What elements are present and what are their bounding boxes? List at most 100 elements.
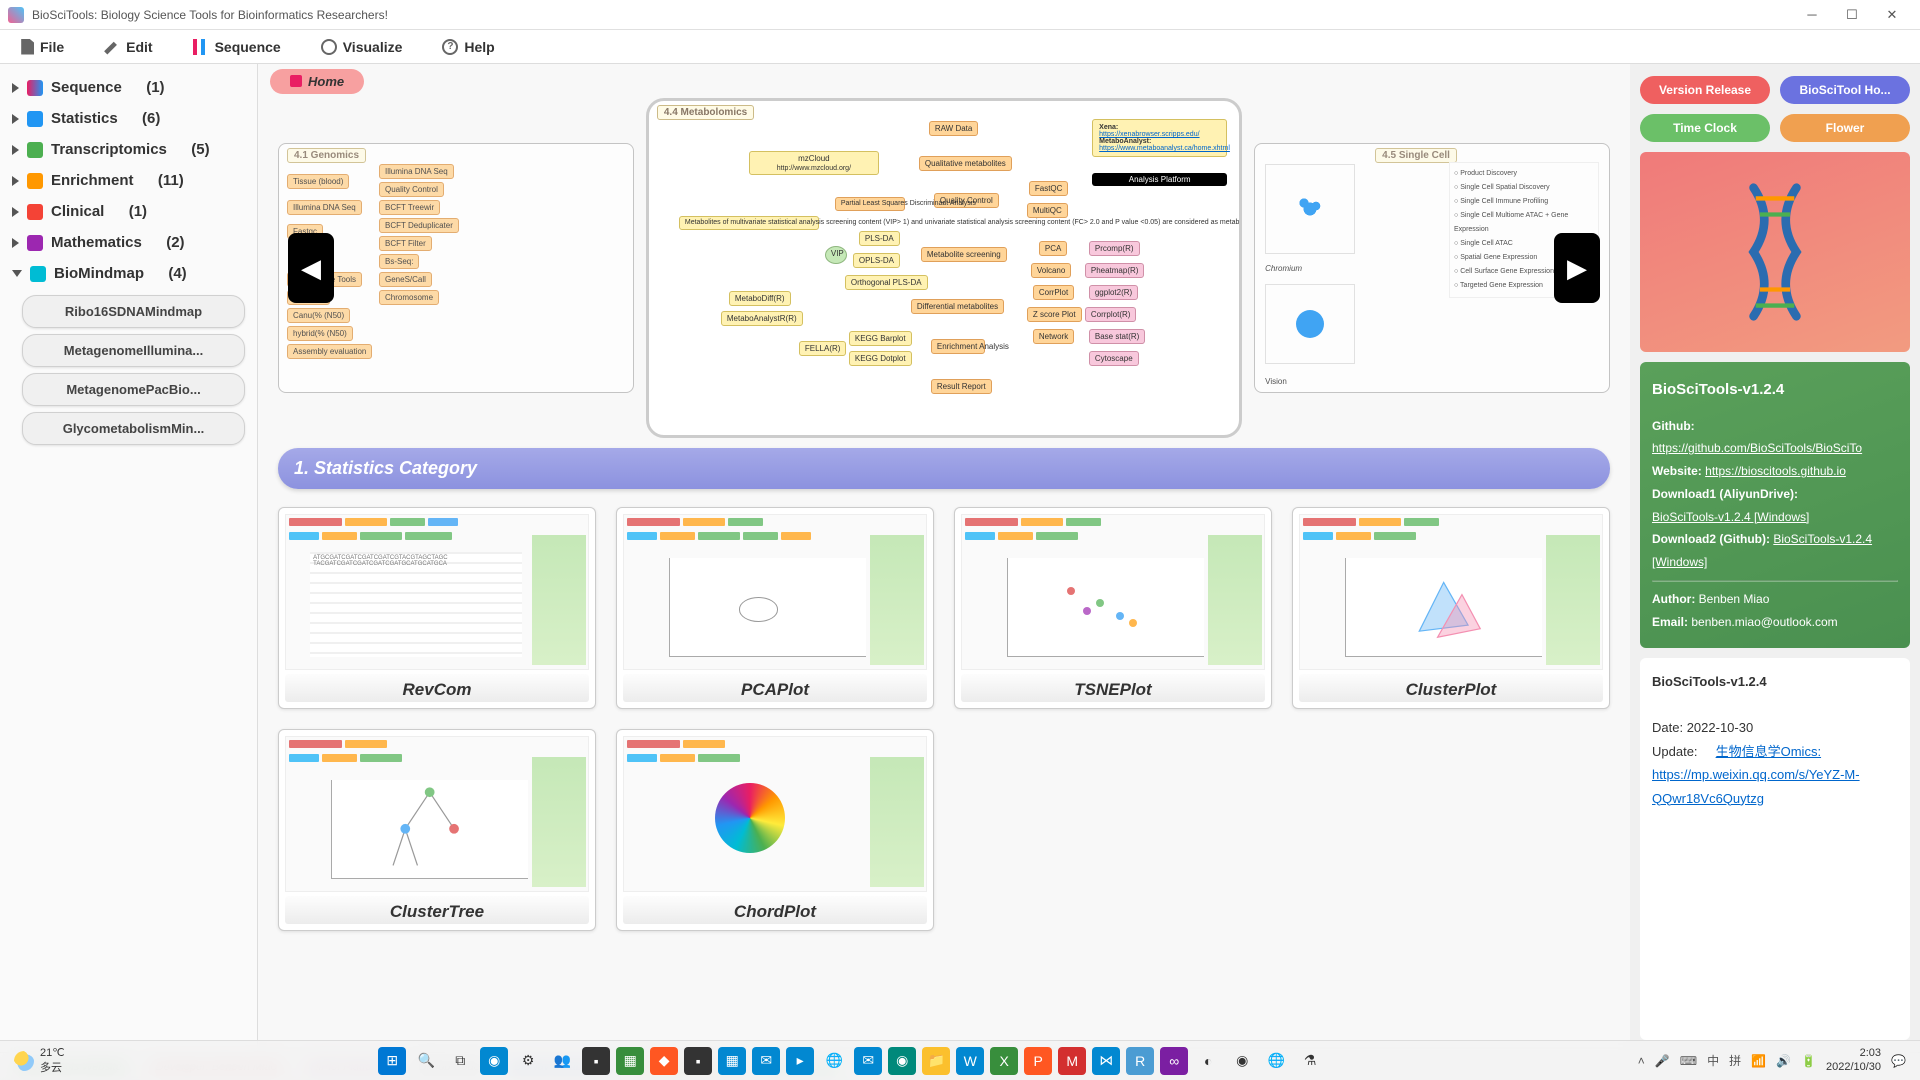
- download1-link[interactable]: BioSciTools-v1.2.4 [Windows]: [1652, 510, 1809, 524]
- logo-card: [1640, 152, 1910, 352]
- cat-clinical[interactable]: Clinical (1): [6, 196, 251, 227]
- transcriptomics-cat-icon: [27, 142, 43, 158]
- thumb-pcaplot: [623, 514, 927, 670]
- mm-node: Assembly evaluation: [287, 344, 372, 359]
- github-link[interactable]: https://github.com/BioSciTools/BioSciTo: [1652, 441, 1862, 455]
- minimize-button[interactable]: ─: [1792, 1, 1832, 29]
- mm-node: BCFT Treewir: [379, 200, 440, 215]
- close-button[interactable]: ✕: [1872, 1, 1912, 29]
- cat-transcriptomics[interactable]: Transcriptomics (5): [6, 134, 251, 165]
- card-clusterplot[interactable]: ClusterPlot: [1292, 507, 1610, 709]
- excel-icon[interactable]: X: [990, 1047, 1018, 1075]
- subitems: Ribo16SDNAMindmap MetagenomeIllumina... …: [16, 295, 251, 445]
- taskbar: 21℃多云 ⊞ 🔍 ⧉ ◉ ⚙ 👥 ▪ ▦ ◆ ▪ ▦ ✉ ▸ 🌐 ✉ ◉ 📁 …: [0, 1040, 1920, 1080]
- mic-icon[interactable]: 🎤: [1655, 1054, 1670, 1068]
- slide-center[interactable]: 4.4 Metabolomics Xena: https://xenabrows…: [646, 98, 1242, 438]
- content-scroll[interactable]: ◀ ▶ 4.1 Genomics Tissue (blood) Illumina…: [258, 98, 1630, 1052]
- btn-row-2: Time Clock Flower: [1640, 114, 1910, 142]
- sub-metapac[interactable]: MetagenomePacBio...: [22, 373, 245, 406]
- app-icon-3[interactable]: ◆: [650, 1047, 678, 1075]
- battery-icon[interactable]: 🔋: [1801, 1054, 1816, 1068]
- carousel-next[interactable]: ▶: [1554, 233, 1600, 303]
- teams-icon[interactable]: 👥: [548, 1047, 576, 1075]
- mail-icon[interactable]: ✉: [752, 1047, 780, 1075]
- notification-icon[interactable]: 💬: [1891, 1054, 1906, 1068]
- btn-home[interactable]: BioSciTool Ho...: [1780, 76, 1910, 104]
- cat-statistics[interactable]: Statistics (6): [6, 103, 251, 134]
- carousel-prev[interactable]: ◀: [288, 233, 334, 303]
- cat-mathematics[interactable]: Mathematics (2): [6, 227, 251, 258]
- card-clustertree[interactable]: ClusterTree: [278, 729, 596, 931]
- r-icon[interactable]: R: [1126, 1047, 1154, 1075]
- btn-clock[interactable]: Time Clock: [1640, 114, 1770, 142]
- card-caption: ChordPlot: [623, 896, 927, 924]
- explorer-icon[interactable]: 📁: [922, 1047, 950, 1075]
- wifi-icon[interactable]: 📶: [1751, 1054, 1766, 1068]
- cat-sequence[interactable]: Sequence (1): [6, 72, 251, 103]
- node-mzcloud: mzCloudhttp://www.mzcloud.org/: [749, 151, 879, 175]
- tab-home[interactable]: Home: [270, 69, 364, 94]
- terminal-icon[interactable]: ▪: [582, 1047, 610, 1075]
- outlook-icon[interactable]: ✉: [854, 1047, 882, 1075]
- app-icon-2[interactable]: ▦: [616, 1047, 644, 1075]
- search-button[interactable]: 🔍: [412, 1047, 440, 1075]
- keyboard-icon[interactable]: ⌨: [1680, 1054, 1697, 1068]
- sub-metaill[interactable]: MetagenomeIllumina...: [22, 334, 245, 367]
- app-icon-1[interactable]: ◉: [480, 1047, 508, 1075]
- edge-icon[interactable]: 🌐: [820, 1047, 848, 1075]
- taskbar-weather[interactable]: 21℃多云: [0, 1046, 79, 1075]
- website-link[interactable]: https://bioscitools.github.io: [1705, 464, 1846, 478]
- taskview-icon[interactable]: ⧉: [446, 1047, 474, 1075]
- word-icon[interactable]: W: [956, 1047, 984, 1075]
- node-corrplot2: Corrplot(R): [1085, 307, 1137, 322]
- btn-flower[interactable]: Flower: [1780, 114, 1910, 142]
- app-icon-4[interactable]: ▪: [684, 1047, 712, 1075]
- app-icon-6[interactable]: ▸: [786, 1047, 814, 1075]
- update-link1[interactable]: 生物信息学Omics:: [1716, 744, 1821, 759]
- app-icon-10[interactable]: ◉: [1228, 1047, 1256, 1075]
- menu-file[interactable]: File: [18, 39, 64, 55]
- mm-node: Illumina DNA Seq: [379, 164, 454, 179]
- node-enrich: Enrichment Analysis: [931, 339, 985, 354]
- menu-edit[interactable]: Edit: [104, 39, 152, 55]
- app-icon-12[interactable]: ⚗: [1296, 1047, 1324, 1075]
- main-layout: Sequence (1) Statistics (6) Transcriptom…: [0, 64, 1920, 1052]
- taskbar-tray: ˄ 🎤 ⌨ 中 拼 📶 🔊 🔋 2:03 2022/10/30 💬: [1624, 1047, 1920, 1073]
- ppt-icon[interactable]: P: [1024, 1047, 1052, 1075]
- node-ggplot: ggplot2(R): [1089, 285, 1138, 300]
- sequence-cat-icon: [27, 80, 43, 96]
- vscode-icon[interactable]: ⋈: [1092, 1047, 1120, 1075]
- btn-version[interactable]: Version Release: [1640, 76, 1770, 104]
- settings-icon[interactable]: ⚙: [514, 1047, 542, 1075]
- node-keggbar: KEGG Barplot: [849, 331, 912, 346]
- node-screen-text: Metabolites of multivariate statistical …: [679, 216, 819, 230]
- menu-sequence[interactable]: Sequence: [193, 39, 281, 55]
- taskbar-clock[interactable]: 2:03 2022/10/30: [1826, 1047, 1881, 1073]
- chevron-up-icon[interactable]: ˄: [1638, 1054, 1645, 1068]
- cat-enrichment[interactable]: Enrichment (11): [6, 165, 251, 196]
- vs-icon[interactable]: ∞: [1160, 1047, 1188, 1075]
- card-revcom[interactable]: ATGCGATCGATCGATCGATCGTACGTAGCTAGCTACGATC…: [278, 507, 596, 709]
- menu-help[interactable]: ?Help: [442, 39, 494, 55]
- card-pcaplot[interactable]: PCAPlot: [616, 507, 934, 709]
- sub-glyco[interactable]: GlycometabolismMin...: [22, 412, 245, 445]
- window-title: BioSciTools: Biology Science Tools for B…: [32, 8, 1792, 22]
- update-link2[interactable]: https://mp.weixin.qq.com/s/YeYZ-M-QQwr18…: [1652, 767, 1860, 805]
- app-icon-8[interactable]: M: [1058, 1047, 1086, 1075]
- btn-row-1: Version Release BioSciTool Ho...: [1640, 76, 1910, 104]
- app-icon-9[interactable]: ◐: [1194, 1047, 1222, 1075]
- ime-cn[interactable]: 中: [1707, 1052, 1719, 1069]
- maximize-button[interactable]: ☐: [1832, 1, 1872, 29]
- sc-img1: [1265, 164, 1355, 254]
- menu-visualize[interactable]: Visualize: [321, 39, 403, 55]
- cat-biomindmap[interactable]: BioMindmap (4): [6, 258, 251, 289]
- volume-icon[interactable]: 🔊: [1776, 1054, 1791, 1068]
- app-icon-5[interactable]: ▦: [718, 1047, 746, 1075]
- app-icon-7[interactable]: ◉: [888, 1047, 916, 1075]
- app-icon-11[interactable]: 🌐: [1262, 1047, 1290, 1075]
- sub-ribo[interactable]: Ribo16SDNAMindmap: [22, 295, 245, 328]
- ime-pin[interactable]: 拼: [1729, 1052, 1741, 1069]
- card-tsneplot[interactable]: TSNEPlot: [954, 507, 1272, 709]
- start-button[interactable]: ⊞: [378, 1047, 406, 1075]
- card-chordplot[interactable]: ChordPlot: [616, 729, 934, 931]
